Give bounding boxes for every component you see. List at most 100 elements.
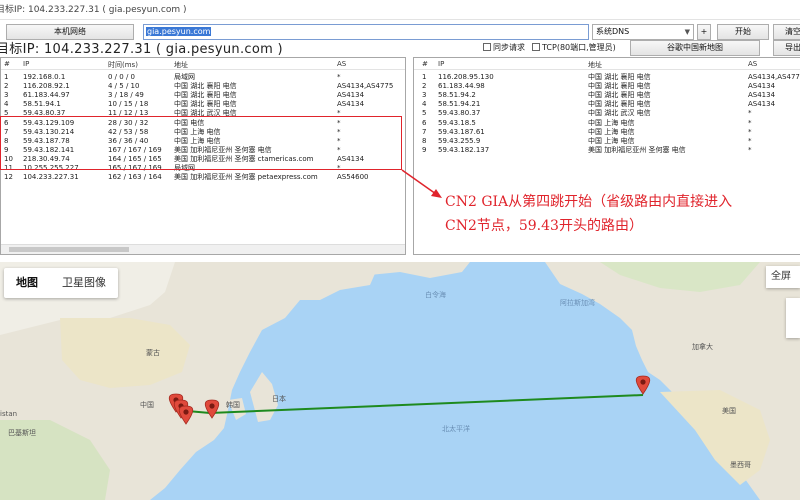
tcp-label: TCP(80端口,管理员) [542, 43, 616, 52]
map-label-canada: 加拿大 [692, 343, 713, 351]
cell-address: 中国 湖北 襄阳 电信 [588, 73, 651, 81]
table-row[interactable]: 4 58.51.94.21 中国 湖北 襄阳 电信 AS4134 [414, 100, 800, 109]
table-row[interactable]: 3 58.51.94.2 中国 湖北 襄阳 电信 AS4134 [414, 91, 800, 100]
map-label-china: 中国 [140, 401, 154, 409]
table-row[interactable]: 10 218.30.49.74 164 / 165 / 165 美国 加利福尼亚州 圣… [1, 155, 405, 164]
cell-index: 3 [422, 91, 427, 100]
cell-address: 中国 湖北 襄阳 电信 [588, 91, 651, 100]
cell-time: 36 / 36 / 40 [108, 136, 149, 145]
cell-ip: 59.43.80.37 [23, 109, 66, 118]
tab-satellite[interactable]: 卫星图像 [50, 268, 118, 298]
cell-ip: 61.183.44.98 [438, 82, 485, 91]
cell-as: * [748, 127, 752, 136]
dns-select[interactable]: 系统DNS ▼ [592, 24, 694, 40]
fullscreen-button[interactable]: 全屏 [766, 266, 800, 288]
cell-index: 6 [422, 118, 427, 127]
google-map-button[interactable]: 谷歌中国新地图 [630, 40, 760, 56]
col-as[interactable]: AS [748, 60, 757, 68]
col-ip[interactable]: IP [23, 60, 29, 68]
cell-as: * [337, 73, 341, 81]
table-row[interactable]: 8 59.43.187.78 36 / 36 / 40 中国 上海 电信 * [1, 137, 405, 146]
table-row[interactable]: 3 61.183.44.97 3 / 18 / 49 中国 湖北 襄阳 电信 AS413… [1, 91, 405, 100]
table-row[interactable]: 2 116.208.92.1 4 / 5 / 10 中国 湖北 襄阳 电信 AS4134… [1, 82, 405, 91]
col-ip[interactable]: IP [438, 60, 444, 68]
map-canvas[interactable] [0, 262, 800, 500]
cell-as: * [748, 145, 752, 154]
cell-time: 42 / 53 / 58 [108, 127, 149, 136]
export-button[interactable]: 导出 [773, 40, 800, 56]
map-label-bering-sea: 白令海 [425, 291, 446, 299]
table-row[interactable]: 12 104.233.227.31 162 / 163 / 164 美国 加利福尼亚州… [1, 173, 405, 182]
checkbox-box[interactable] [483, 43, 491, 51]
table-row[interactable]: 1 116.208.95.130 中国 湖北 襄阳 电信 AS4134,AS4775 [414, 73, 800, 82]
scrollbar-thumb[interactable] [9, 247, 129, 252]
cell-time: 165 / 167 / 169 [108, 164, 162, 172]
map-label-north-pacific: 北太平洋 [442, 425, 470, 433]
table-row[interactable]: 6 59.43.129.109 28 / 30 / 32 中国 电信 * [1, 119, 405, 128]
cell-address: 中国 电信 [174, 118, 205, 127]
clear-button[interactable]: 清空 [773, 24, 800, 40]
window-title: 目标IP: 104.233.227.31 ( gia.pesyun.com ) [0, 5, 187, 15]
cell-ip: 59.43.182.141 [23, 145, 75, 154]
table-row[interactable]: 2 61.183.44.98 中国 湖北 襄阳 电信 AS4134 [414, 82, 800, 91]
cell-as: * [337, 136, 341, 145]
table-row[interactable]: 1 192.168.0.1 0 / 0 / 0 局域网 * [1, 73, 405, 82]
annotation-line-2: CN2节点，59.43开头的路由） [445, 218, 643, 234]
map-label-pakistan: 巴基斯坦 [8, 429, 36, 437]
table-row[interactable]: 4 58.51.94.1 10 / 15 / 18 中国 湖北 襄阳 电信 AS4134 [1, 100, 405, 109]
cell-ip: 59.43.255.9 [438, 136, 481, 145]
cell-as: * [337, 164, 341, 172]
cell-as: * [337, 118, 341, 127]
col-index[interactable]: # [4, 60, 10, 68]
map-zoom-control[interactable] [786, 298, 800, 338]
map-label-istan: istan [0, 410, 18, 418]
cell-address: 美国 加利福尼亚州 圣何塞 ctamericas.com [174, 154, 314, 163]
table-row[interactable]: 7 59.43.187.61 中国 上海 电信 * [414, 128, 800, 137]
cell-ip: 59.43.187.78 [23, 136, 70, 145]
cell-address: 中国 上海 电信 [174, 136, 221, 145]
tab-map[interactable]: 地图 [4, 268, 50, 298]
map-label-japan: 日本 [272, 395, 286, 403]
col-address[interactable]: 地址 [588, 60, 602, 70]
table-row[interactable]: 9 59.43.182.137 美国 加利福尼亚州 圣何塞 电信 * [414, 146, 800, 155]
cell-index: 5 [4, 109, 9, 118]
cell-time: 167 / 167 / 169 [108, 145, 162, 154]
table-row[interactable]: 6 59.43.18.5 中国 上海 电信 * [414, 119, 800, 128]
table-header: # IP 时间(ms) 地址 AS [1, 58, 405, 70]
cn2-annotation: CN2 GIA从第四跳开始（省级路由内直接进入 CN2节点，59.43开头的路由… [445, 190, 732, 238]
col-address[interactable]: 地址 [174, 60, 188, 70]
cell-as: * [748, 109, 752, 118]
cell-index: 8 [4, 136, 9, 145]
cell-address: 中国 湖北 襄阳 电信 [174, 100, 237, 109]
checkbox-box[interactable] [532, 43, 540, 51]
table-row[interactable]: 5 59.43.80.37 中国 湖北 武汉 电信 * [414, 109, 800, 118]
table-row[interactable]: 7 59.43.130.214 42 / 53 / 58 中国 上海 电信 * [1, 128, 405, 137]
map-label-gulf-of-alaska: 阿拉斯加湾 [560, 299, 595, 307]
horizontal-scrollbar[interactable] [1, 244, 405, 254]
sync-request-checkbox[interactable]: 同步请求 [483, 42, 525, 53]
col-as[interactable]: AS [337, 60, 346, 68]
map-label-mexico: 墨西哥 [730, 461, 751, 469]
cell-index: 1 [4, 73, 9, 81]
col-time[interactable]: 时间(ms) [108, 60, 138, 70]
start-button[interactable]: 开始 [717, 24, 769, 40]
cell-address: 中国 湖北 武汉 电信 [174, 109, 237, 118]
route-map[interactable]: 蒙古 中国 韩国 日本 巴基斯坦 istan 北太平洋 白令海 阿拉斯加湾 加拿… [0, 262, 800, 500]
tcp-checkbox[interactable]: TCP(80端口,管理员) [532, 42, 616, 53]
col-index[interactable]: # [422, 60, 428, 68]
table-row[interactable]: 9 59.43.182.141 167 / 167 / 169 美国 加利福尼亚州 圣… [1, 146, 405, 155]
left-trace-table: # IP 时间(ms) 地址 AS 1 192.168.0.1 0 / 0 / 0 局… [0, 57, 406, 255]
table-row[interactable]: 5 59.43.80.37 11 / 12 / 13 中国 湖北 武汉 电信 * [1, 109, 405, 118]
cell-ip: 59.43.130.214 [23, 127, 75, 136]
table-row[interactable]: 11 10.255.255.227 165 / 167 / 169 局域网 * [1, 164, 405, 173]
cell-address: 中国 上海 电信 [588, 118, 635, 127]
cell-address: 美国 加利福尼亚州 圣何塞 电信 [588, 145, 686, 154]
table-header: # IP 地址 AS [414, 58, 800, 70]
add-button[interactable]: + [697, 24, 711, 40]
cell-as: AS4134 [748, 100, 776, 109]
cell-address: 中国 湖北 襄阳 电信 [174, 91, 237, 100]
title-bar: 目标IP: 104.233.227.31 ( gia.pesyun.com ) [0, 0, 800, 20]
cell-index: 7 [4, 127, 9, 136]
table-row[interactable]: 8 59.43.255.9 中国 上海 电信 * [414, 137, 800, 146]
cell-address: 局域网 [174, 164, 195, 172]
